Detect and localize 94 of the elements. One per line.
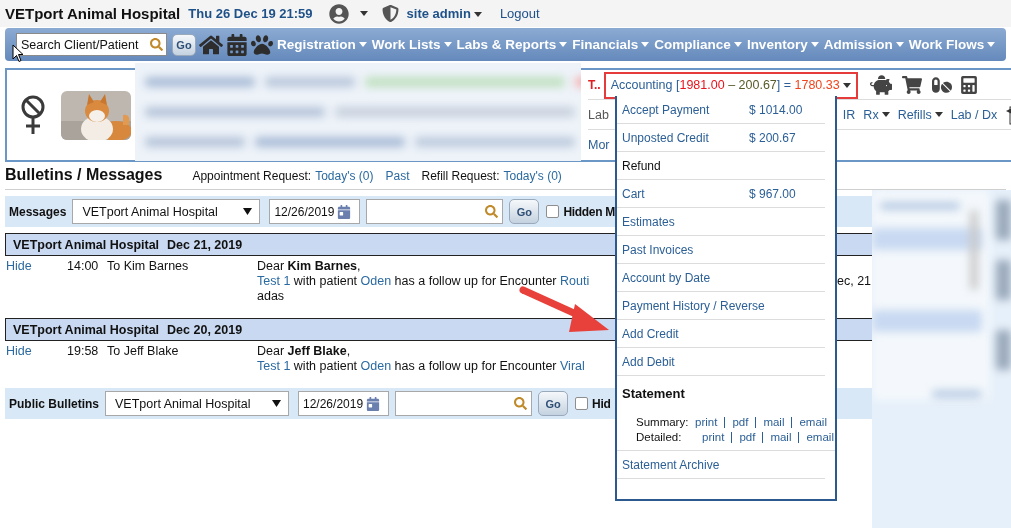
message-recipient: To Jeff Blake (107, 344, 180, 360)
message-note: adas (257, 289, 286, 304)
menu-item[interactable]: Past Invoices (617, 236, 825, 264)
calendar-icon (366, 396, 381, 411)
statement-link[interactable]: pdf (732, 416, 749, 428)
message-time: 14:00 (67, 259, 100, 275)
statement-label: Summary: (636, 416, 690, 428)
shield-icon (381, 5, 399, 22)
dropdown-caret-icon (243, 208, 253, 215)
request-link[interactable]: Past (385, 169, 410, 183)
patient-link[interactable]: Mor (588, 138, 610, 152)
go-button[interactable]: Go (538, 391, 568, 416)
checkbox-label: Hidden M (563, 204, 615, 219)
menu-item[interactable]: Refund (617, 152, 825, 180)
message-recipient: To Kim Barnes (107, 259, 190, 275)
menu-heading: Statement (622, 385, 685, 401)
user-icon[interactable] (328, 3, 349, 24)
search-icon (150, 38, 163, 51)
menu-item[interactable]: Add Credit (617, 320, 825, 348)
date-field[interactable]: 12/26/2019 (298, 391, 389, 416)
menu-item[interactable]: Unposted Credit $ 200.67 (617, 124, 825, 152)
menu-item[interactable]: Statement Archive (617, 451, 825, 479)
message-time: 19:58 (67, 344, 100, 360)
go-button[interactable]: Go (509, 199, 540, 224)
paw-icon[interactable] (251, 33, 273, 56)
greeting: Dear Kim Barnes, (257, 259, 362, 274)
filter-label: Messages (9, 204, 67, 219)
pills-icon[interactable] (931, 74, 952, 95)
location-select[interactable]: VETport Animal Hospital (72, 199, 261, 224)
search-field[interactable] (366, 199, 504, 224)
search-icon (514, 397, 527, 410)
datetime: Thu 26 Dec 19 21:59 (188, 6, 313, 21)
hidden-checkbox[interactable] (546, 205, 560, 218)
message-link[interactable]: Test 1 (257, 359, 291, 373)
statement-link[interactable]: email (806, 431, 834, 443)
accounting-menu-button[interactable]: Accounting [1981.00 – 200.67] = 1780.33 (603, 71, 858, 99)
hidden-checkbox[interactable] (575, 397, 588, 410)
message-link[interactable]: Oden (360, 274, 392, 288)
filter-label: Public Bulletins (9, 396, 99, 411)
patient-link[interactable]: Refills (897, 107, 943, 122)
menu-item[interactable]: Payment History / Reverse (617, 292, 825, 320)
patient-link[interactable]: Lab (588, 107, 609, 122)
hide-link[interactable]: Hide (6, 259, 67, 304)
piggy-bank-icon[interactable] (869, 73, 892, 96)
group-date: Dec 20, 2019 (167, 322, 243, 337)
hide-link[interactable]: Hide (6, 344, 67, 374)
statement-link[interactable]: mail (770, 431, 792, 443)
location-select[interactable]: VETport Animal Hospital (105, 391, 289, 416)
message-link[interactable]: Test 1 (257, 274, 291, 288)
cart-icon[interactable] (901, 74, 922, 95)
go-button[interactable]: Go (172, 33, 196, 56)
group-location: VETport Animal Hospital (13, 237, 160, 252)
hospital-title: VETport Animal Hospital (5, 5, 181, 22)
calculator-icon[interactable] (959, 75, 978, 94)
statement-link[interactable]: email (799, 416, 827, 428)
statement-link[interactable]: pdf (739, 431, 756, 443)
search-field[interactable] (395, 391, 532, 416)
message-link[interactable]: Oden (360, 359, 392, 373)
search-field[interactable]: Search Client/Patient (16, 33, 167, 56)
statement-link[interactable]: mail (763, 416, 785, 428)
message-text: ec, 21 (837, 274, 872, 289)
patient-link[interactable]: IR (842, 107, 856, 122)
message-link[interactable]: Viral (560, 359, 585, 373)
caret-icon (359, 11, 368, 16)
menu-item[interactable]: Estimates (617, 208, 825, 236)
date-field[interactable]: 12/26/2019 (269, 199, 361, 224)
statement-link[interactable]: print (702, 431, 725, 443)
menu-item[interactable]: Add Debit (617, 348, 825, 376)
menu-item[interactable]: Cart $ 967.00 (617, 180, 825, 208)
message-link[interactable]: Routi (560, 274, 590, 288)
patient-link[interactable]: Rx (863, 107, 890, 122)
greeting: Dear Jeff Blake, (257, 344, 352, 359)
request-label: Appointment Request: (192, 169, 312, 183)
calendar-icon[interactable] (226, 33, 248, 56)
female-neutered-icon (19, 94, 47, 136)
user-menu[interactable]: site admin (406, 6, 482, 21)
search-icon (485, 205, 499, 218)
group-location: VETport Animal Hospital (13, 322, 160, 337)
request-label: Refill Request: (421, 169, 500, 183)
section-title: Bulletins / Messages (5, 166, 163, 184)
menu-item[interactable]: Account by Date (617, 264, 825, 292)
menu-item[interactable]: Accept Payment $ 1014.00 (617, 96, 825, 124)
dropdown-caret-icon (272, 400, 281, 407)
group-date: Dec 21, 2019 (167, 237, 243, 252)
checkbox-label: Hid (592, 396, 611, 411)
statement-link[interactable]: print (695, 416, 718, 428)
statement-label: Detailed: (636, 431, 683, 443)
calendar-icon (337, 204, 352, 219)
patient-link[interactable]: Lab / Dx (950, 107, 998, 122)
cursor-icon (12, 44, 24, 63)
logout-link[interactable]: Logout (499, 6, 540, 21)
request-link[interactable]: Today's (0) (315, 169, 374, 183)
patient-name: T.. (588, 77, 601, 92)
request-link[interactable]: Today's (0) (503, 169, 562, 183)
